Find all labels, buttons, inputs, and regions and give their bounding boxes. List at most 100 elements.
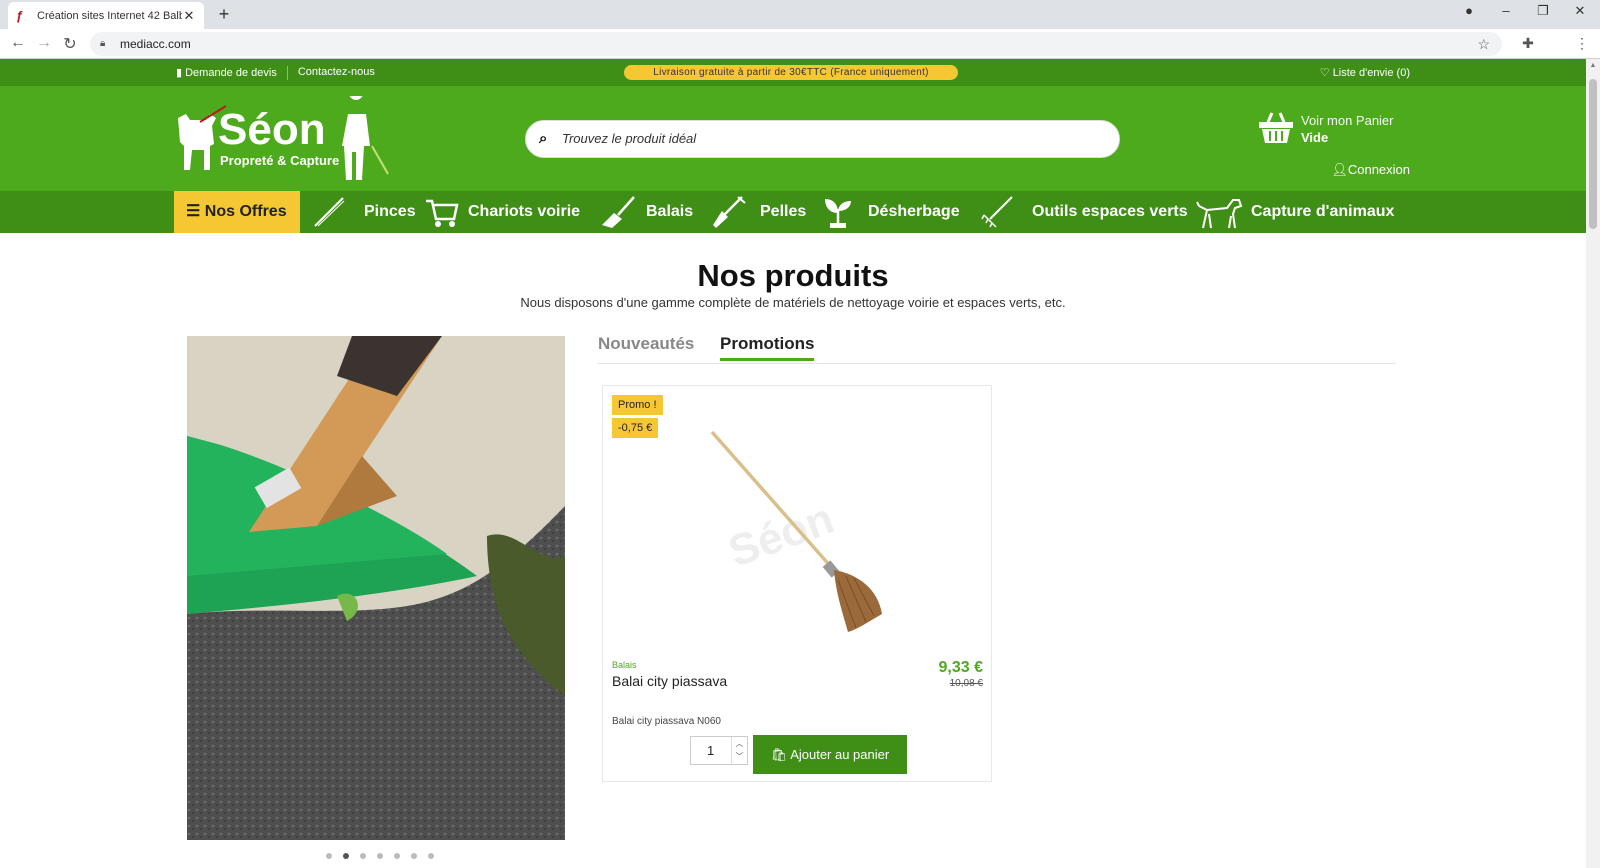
offers-label: Nos Offres <box>204 203 287 220</box>
tab-close-icon[interactable]: ✕ <box>182 8 196 24</box>
product-description: Balai city piassava N060 <box>612 716 721 727</box>
cart-status: Vide <box>1301 130 1329 145</box>
wishlist-label: Liste d'envie (0) <box>1332 67 1410 79</box>
url-field[interactable]: 🔒︎ mediacc.com ☆ <box>90 32 1502 56</box>
menu-label-balais: Balais <box>646 203 694 220</box>
wishlist-link[interactable]: ♡ Liste d'envie (0) <box>1320 66 1410 79</box>
contact-link[interactable]: Contactez-nous <box>298 66 375 80</box>
quantity-value: 1 <box>707 743 715 758</box>
quantity-arrows[interactable]: ︿ ﹀ <box>731 737 747 764</box>
slider-dot[interactable] <box>377 853 383 859</box>
new-tab-button[interactable]: + <box>214 4 234 25</box>
page-subtitle: Nous disposons d'une gamme complète de m… <box>520 295 1066 310</box>
site-topbar: ▮ Demande de devis Contactez-nous Livrai… <box>0 59 1586 86</box>
page-title: Nos produits <box>697 258 889 293</box>
quote-link[interactable]: ▮ Demande de devis <box>176 66 277 80</box>
basket-icon <box>1259 112 1293 143</box>
search-input[interactable]: ⌕ Trouvez le produit idéal <box>525 120 1120 158</box>
product-tabs: Nouveautés Promotions <box>598 332 1396 364</box>
menu-label-pelles: Pelles <box>760 203 807 220</box>
seon-logo[interactable]: Séon Propreté & Capture <box>176 96 406 180</box>
promo-badge: Promo ! <box>612 395 663 415</box>
discount-badge: -0,75 € <box>612 418 659 438</box>
menu-item-pelles[interactable]: Pelles <box>710 191 806 233</box>
tongs-icon <box>314 197 345 227</box>
hamburger-icon: ☰ <box>186 203 205 220</box>
menu-label-desherbage: Désherbage <box>868 203 960 220</box>
chevron-up-icon[interactable]: ︿ <box>732 737 747 750</box>
restore-button[interactable]: ❐ <box>1533 3 1553 19</box>
forward-icon[interactable]: → <box>34 34 54 52</box>
login-link[interactable]: 👤︎Connexion <box>1331 162 1410 178</box>
product-category[interactable]: Balais <box>612 660 637 670</box>
quote-link-label: Demande de devis <box>185 67 277 79</box>
menu-label-capture: Capture d'animaux <box>1251 203 1395 220</box>
login-label: Connexion <box>1347 162 1410 177</box>
add-to-cart-button[interactable]: 🛍︎ Ajouter au panier <box>753 735 907 774</box>
search-placeholder: Trouvez le produit idéal <box>562 131 697 146</box>
slider-dot[interactable] <box>326 853 332 859</box>
shovel-icon <box>713 196 746 228</box>
tab-title: Création sites Internet 42 Balbigny <box>37 9 182 22</box>
menu-item-desherbage[interactable]: Désherbage <box>822 191 960 233</box>
chevron-down-icon[interactable]: ﹀ <box>732 750 747 763</box>
slider-dot[interactable] <box>428 853 434 859</box>
divider <box>286 66 288 80</box>
minimize-button[interactable]: – <box>1496 3 1516 18</box>
reload-icon[interactable]: ↻ <box>60 34 80 54</box>
menu-label-pinces: Pinces <box>364 203 416 220</box>
slider-dot[interactable] <box>411 853 417 859</box>
address-bar: ← → ↻ 🔒︎ mediacc.com ☆ ✚ ⋮ <box>0 29 1600 59</box>
quantity-stepper[interactable]: 1 ︿ ﹀ <box>690 736 748 765</box>
slider-dot[interactable] <box>360 853 366 859</box>
product-name[interactable]: Balai city piassava <box>612 673 727 689</box>
bag-icon: 🛍︎ <box>770 747 791 762</box>
menu-label-outils: Outils espaces verts <box>1032 203 1188 220</box>
scroll-up-icon[interactable]: ▲ <box>1586 59 1600 73</box>
site-favicon-icon: ƒ <box>16 7 24 23</box>
bookmark-star-icon[interactable]: ☆ <box>1477 32 1490 56</box>
browser-tab-bar: ƒ Création sites Internet 42 Balbigny ✕ … <box>0 0 1600 29</box>
cart-label: Voir mon Panier <box>1301 113 1394 128</box>
search-icon: ⌕ <box>539 130 548 147</box>
url-text: mediacc.com <box>120 37 191 51</box>
dog-icon <box>1196 199 1243 229</box>
logo-subtitle: Propreté & Capture <box>220 153 339 168</box>
hero-slider-image[interactable] <box>187 336 565 840</box>
browser-menu-icon[interactable]: ⋮ <box>1572 35 1592 52</box>
site-header: Séon Propreté & Capture ⌕ Trouvez le pro… <box>0 86 1586 191</box>
add-to-cart-label: Ajouter au panier <box>790 747 890 762</box>
menu-item-chariots-voirie[interactable]: Chariots voirie <box>424 191 580 233</box>
menu-item-balais[interactable]: Balais <box>600 191 693 233</box>
weeding-tool-photo <box>187 336 565 840</box>
tab-nouveautes[interactable]: Nouveautés <box>598 334 694 354</box>
browser-tab[interactable]: ƒ Création sites Internet 42 Balbigny ✕ <box>8 2 204 29</box>
product-old-price: 10,08 € <box>949 678 983 689</box>
free-shipping-banner: Livraison gratuite à partir de 30€TTC (F… <box>624 65 958 80</box>
product-card[interactable]: Promo ! -0,75 € Séon Balais Balai city p… <box>602 385 992 782</box>
menu-item-pinces[interactable]: Pinces <box>312 191 416 233</box>
product-image[interactable]: Séon <box>698 424 898 634</box>
tab-promotions[interactable]: Promotions <box>720 334 815 361</box>
close-window-button[interactable]: ✕ <box>1570 3 1590 19</box>
menu-label-chariots: Chariots voirie <box>468 203 581 220</box>
svg-text:Séon: Séon <box>722 494 840 577</box>
scrollbar-thumb[interactable] <box>1589 79 1597 229</box>
slider-dot[interactable] <box>394 853 400 859</box>
slider-dot-active[interactable] <box>343 853 349 859</box>
main-menu: ☰ Nos Offres Pinces Chariots voirie Bala… <box>0 191 1586 233</box>
product-price: 9,33 € <box>938 659 983 676</box>
offers-menu-button[interactable]: ☰ Nos Offres <box>174 191 300 233</box>
back-icon[interactable]: ← <box>8 34 28 52</box>
extensions-icon[interactable]: ✚ <box>1518 35 1538 52</box>
lock-icon: 🔒︎ <box>100 38 106 49</box>
user-icon: 👤︎ <box>1331 162 1348 177</box>
sprout-icon <box>825 199 851 228</box>
logo-text: Séon <box>218 105 326 154</box>
rake-icon <box>981 196 1013 228</box>
menu-item-outils-espaces-verts[interactable]: Outils espaces verts <box>980 191 1188 233</box>
menu-item-capture-animaux[interactable]: Capture d'animaux <box>1195 191 1394 233</box>
profile-icon[interactable]: ● <box>1459 3 1479 18</box>
page-scrollbar[interactable]: ▲ <box>1586 59 1600 868</box>
cart-trolley-icon <box>426 199 459 227</box>
